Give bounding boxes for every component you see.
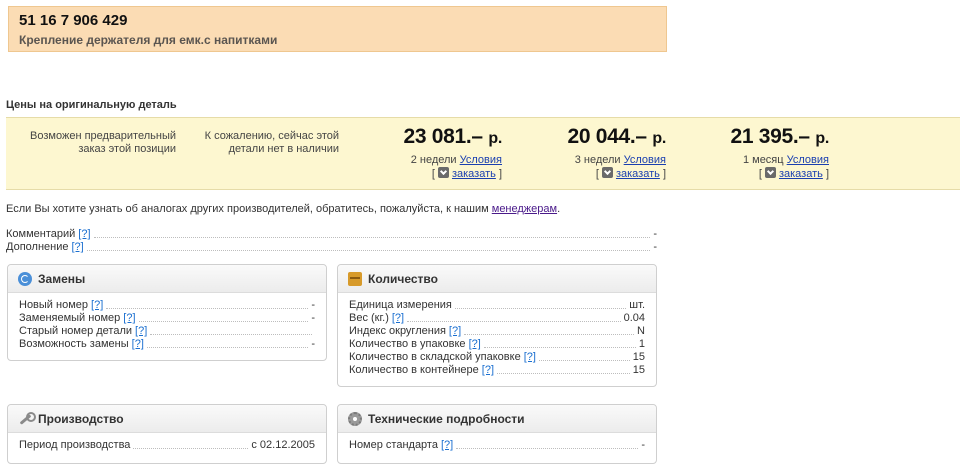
gear-icon	[348, 411, 362, 426]
help-link[interactable]: [?]	[135, 325, 147, 338]
replacements-panel: Замены Новый номер [?] - Заменяемый номер[…	[7, 264, 327, 361]
offer-price: 21 395.– р.	[730, 125, 829, 148]
managers-link[interactable]: менеджерам	[492, 203, 557, 215]
production-panel: Производство Период производства с 02.12.…	[7, 404, 327, 464]
help-link[interactable]: [?]	[524, 351, 536, 364]
preorder-note: Возможен предварительный заказ этой пози…	[30, 130, 176, 155]
help-link[interactable]: [?]	[392, 312, 404, 325]
part-description: Крепление держателя для емк.с напитками	[19, 33, 278, 47]
addition-field: Дополнение [?] -	[6, 241, 657, 254]
qty-package-row: Количество в упаковке [?] 1	[349, 338, 645, 351]
unit-row: Единица измерения шт.	[349, 299, 645, 311]
box-icon	[348, 271, 362, 286]
quantity-panel: Количество Единица измерения шт. Вес (кг.…	[337, 264, 657, 387]
cart-icon[interactable]	[437, 167, 449, 178]
offer-price: 20 044.– р.	[567, 125, 666, 148]
cart-icon[interactable]	[601, 167, 613, 178]
rounding-index-row: Индекс округления [?] N	[349, 325, 645, 338]
order-link[interactable]: заказать	[452, 168, 496, 180]
price-offer-1: 23 081.– р. 2 недели Условия [заказать ]	[352, 124, 502, 181]
help-link[interactable]: [?]	[71, 241, 83, 254]
comment-field: Комментарий [?] -	[6, 228, 657, 241]
panel-title: Производство	[38, 411, 124, 426]
help-link[interactable]: [?]	[78, 228, 90, 241]
offer-term: 2 недели	[410, 154, 457, 166]
out-of-stock-note: К сожалению, сейчас этой детали нет в на…	[204, 130, 339, 155]
help-link[interactable]: [?]	[123, 312, 135, 325]
new-number-row: Новый номер [?] -	[19, 299, 315, 312]
order-link[interactable]: заказать	[616, 168, 660, 180]
offer-price: 23 081.– р.	[403, 125, 502, 148]
part-header: 51 16 7 906 429 Крепление держателя для …	[8, 6, 667, 52]
help-link[interactable]: [?]	[441, 439, 453, 452]
price-offer-3: 21 395.– р. 1 месяц Условия [заказать ]	[679, 124, 829, 181]
part-number: 51 16 7 906 429	[19, 12, 128, 29]
cart-icon[interactable]	[764, 167, 776, 178]
panel-title: Замены	[38, 271, 86, 286]
conditions-link[interactable]: Условия	[460, 154, 502, 166]
wrench-icon	[18, 411, 36, 426]
order-link[interactable]: заказать	[779, 168, 823, 180]
price-offer-2: 20 044.– р. 3 недели Условия [заказать ]	[516, 124, 666, 181]
analogs-info: Если Вы хотите узнать об аналогах других…	[6, 203, 561, 215]
help-link[interactable]: [?]	[132, 338, 144, 351]
help-link[interactable]: [?]	[482, 364, 494, 377]
panel-title: Технические подробности	[368, 411, 525, 426]
old-number-row: Старый номер детали [?]	[19, 325, 315, 338]
help-link[interactable]: [?]	[91, 299, 103, 312]
technical-panel: Технические подробности Номер стандарта[…	[337, 404, 657, 464]
conditions-link[interactable]: Условия	[787, 154, 829, 166]
panel-title: Количество	[368, 271, 438, 286]
help-link[interactable]: [?]	[449, 325, 461, 338]
replacement-possible-row: Возможность замены [?] -	[19, 338, 315, 351]
refresh-icon	[18, 271, 32, 286]
qty-warehouse-row: Количество в складской упаковке [?] 15	[349, 351, 645, 364]
replaced-number-row: Заменяемый номер [?] -	[19, 312, 315, 325]
standard-number-row: Номер стандарта [?] -	[349, 439, 645, 452]
production-period-row: Период производства с 02.12.2005	[19, 439, 315, 451]
prices-title: Цены на оригинальную деталь	[6, 99, 177, 111]
help-link[interactable]: [?]	[469, 338, 481, 351]
qty-container-row: Количество в контейнере [?] 15	[349, 364, 645, 377]
conditions-link[interactable]: Условия	[624, 154, 666, 166]
offer-term: 1 месяц	[742, 154, 784, 166]
weight-row: Вес (кг.) [?] 0.04	[349, 312, 645, 325]
offer-term: 3 недели	[574, 154, 621, 166]
price-band: Возможен предварительный заказ этой пози…	[6, 117, 960, 190]
